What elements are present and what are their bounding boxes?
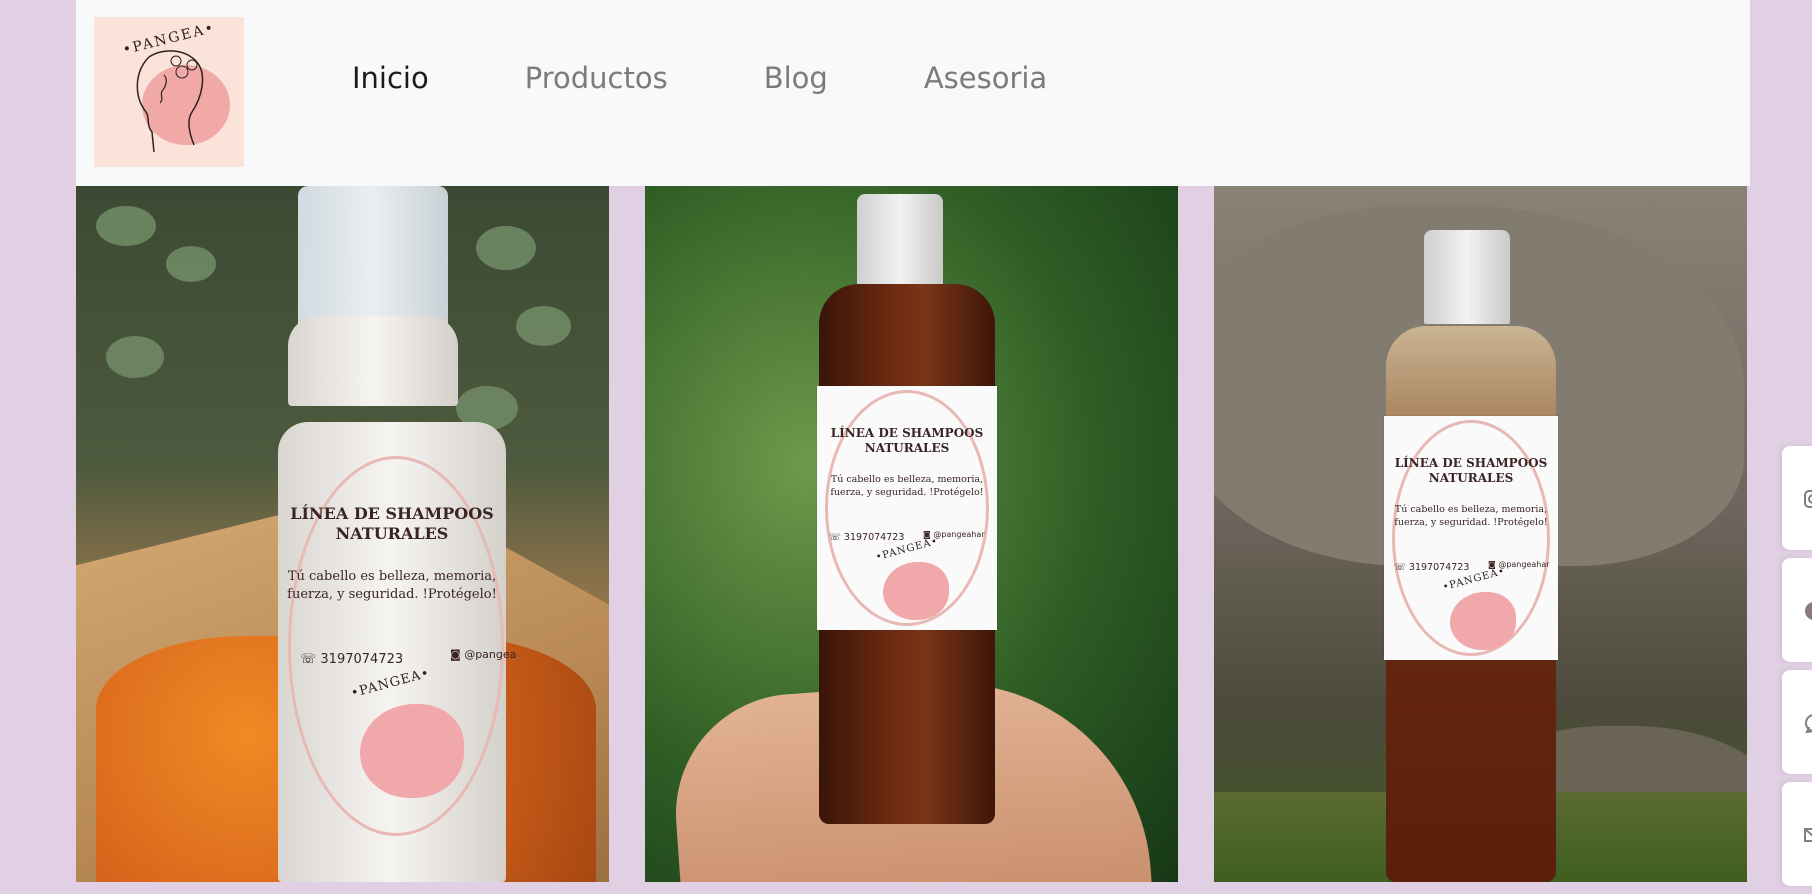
shampoo-bottle: LÍNEA DE SHAMPOOS NATURALES Tú cabello e… [805, 194, 1015, 882]
product-photo-foam[interactable]: LÍNEA DE SHAMPOOS NATURALES Tú cabello e… [76, 186, 609, 882]
mail-button[interactable] [1782, 782, 1812, 886]
phone-icon: ☏ [1394, 562, 1406, 573]
product-photo-hand[interactable]: LÍNEA DE SHAMPOOS NATURALES Tú cabello e… [645, 186, 1178, 882]
label-logo-blob [883, 562, 949, 620]
label-instagram: ◙ @pangea [450, 648, 517, 661]
label-tagline: Tú cabello es belleza, memoria, fuerza, … [1394, 504, 1548, 528]
nav-item-inicio[interactable]: Inicio [352, 61, 429, 95]
product-gallery: LÍNEA DE SHAMPOOS NATURALES Tú cabello e… [76, 186, 1750, 882]
eucalyptus-leaf [96, 206, 156, 246]
instagram-icon: ◙ [450, 648, 461, 661]
eucalyptus-leaf [106, 336, 164, 378]
label-tagline: Tú cabello es belleza, memoria, fuerza, … [287, 569, 497, 602]
instagram-button[interactable] [1782, 446, 1812, 550]
logo[interactable]: •PANGEA• [94, 17, 244, 167]
shampoo-bottle: LÍNEA DE SHAMPOOS NATURALES Tú cabello e… [1378, 230, 1562, 882]
bottle-cap [857, 194, 943, 288]
facebook-button[interactable] [1782, 558, 1812, 662]
label-phone: ☏ 3197074723 [1394, 562, 1470, 573]
page-container: •PANGEA• Inicio Productos Blog Asesoria [76, 0, 1750, 882]
whatsapp-icon [1805, 714, 1812, 734]
nav-item-blog[interactable]: Blog [764, 61, 828, 95]
logo-illustration [136, 50, 230, 153]
foam-bottle: LÍNEA DE SHAMPOOS NATURALES Tú cabello e… [218, 186, 528, 882]
phone-icon: ☏ [829, 532, 841, 543]
facebook-icon [1805, 602, 1812, 620]
product-photo-rock[interactable]: LÍNEA DE SHAMPOOS NATURALES Tú cabello e… [1214, 186, 1747, 882]
label-phone: ☏ 3197074723 [300, 652, 404, 667]
label-logo-blob [360, 704, 464, 798]
label-title: LÍNEA DE SHAMPOOS NATURALES [290, 504, 494, 543]
label-logo-blob [1450, 592, 1516, 650]
bottle-cap [1424, 230, 1510, 324]
mail-icon [1804, 828, 1812, 842]
eucalyptus-leaf [166, 246, 216, 282]
pump-top [298, 186, 448, 336]
instagram-icon [1804, 490, 1812, 508]
label-title: LÍNEA DE SHAMPOOS NATURALES [830, 426, 984, 455]
nav-item-asesoria[interactable]: Asesoria [924, 61, 1047, 95]
whatsapp-button[interactable] [1782, 670, 1812, 774]
pump-collar [288, 316, 458, 406]
main-nav: Inicio Productos Blog Asesoria [352, 58, 1143, 98]
navbar: •PANGEA• Inicio Productos Blog Asesoria [76, 0, 1750, 186]
label-tagline: Tú cabello es belleza, memoria, fuerza, … [830, 474, 984, 498]
label-phone: ☏ 3197074723 [829, 532, 905, 543]
nav-item-productos[interactable]: Productos [525, 61, 668, 95]
phone-icon: ☏ [300, 652, 317, 667]
side-social-actions [1782, 446, 1812, 894]
label-title: LÍNEA DE SHAMPOOS NATURALES [1394, 456, 1548, 485]
